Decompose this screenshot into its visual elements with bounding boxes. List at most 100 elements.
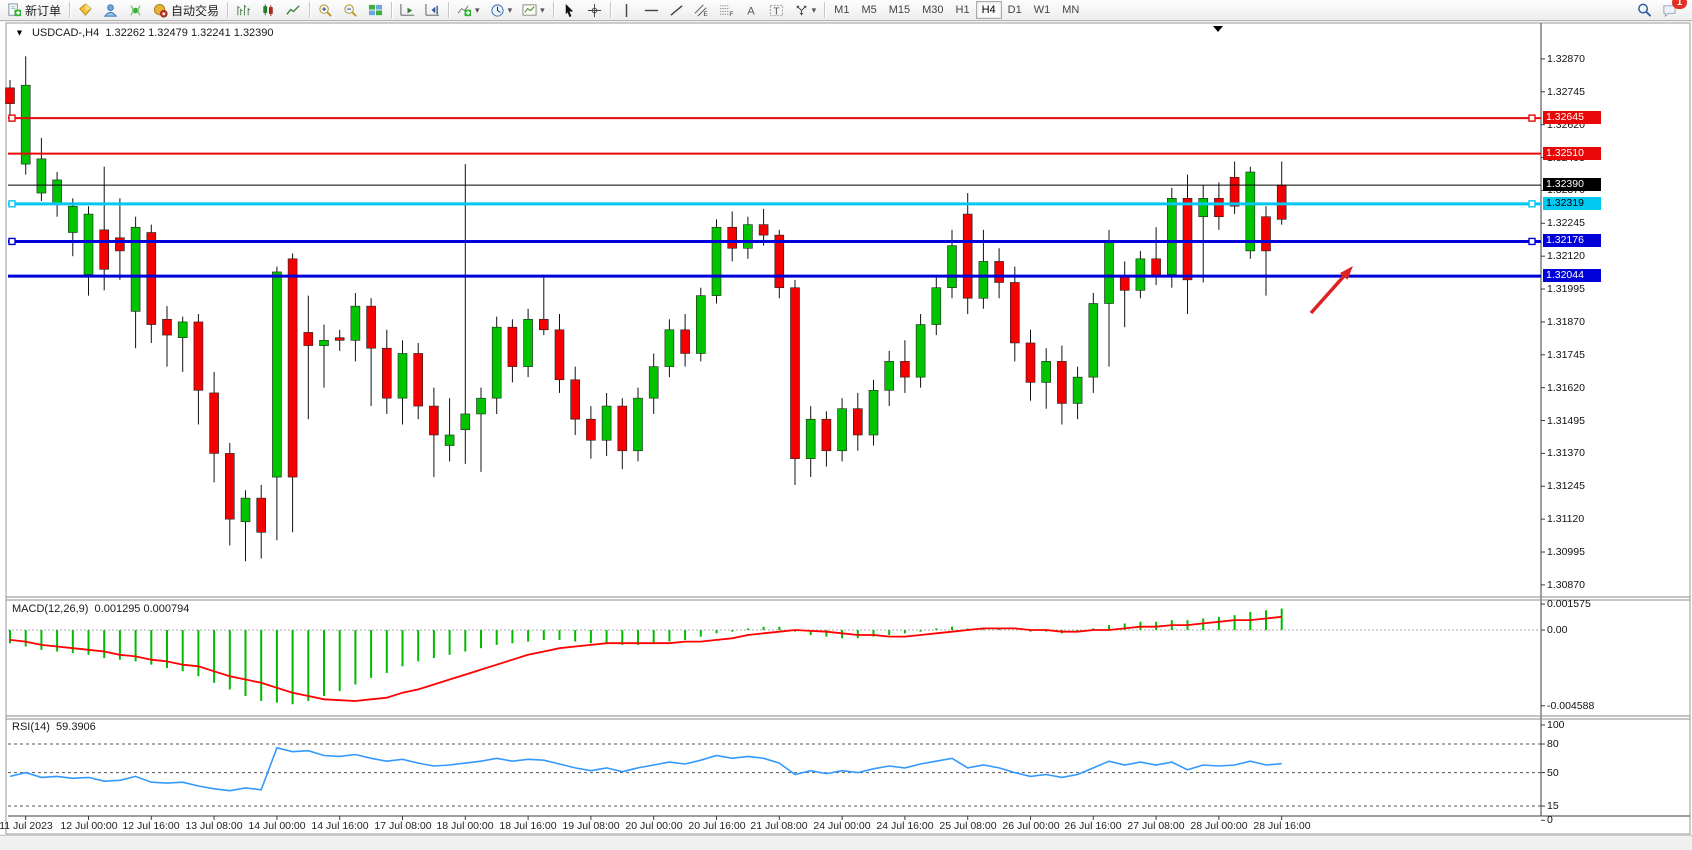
data-window-button[interactable] (73, 0, 98, 20)
indicators-icon (457, 3, 472, 18)
rsi-axis-label: 80 (1547, 738, 1559, 750)
divider (553, 2, 554, 18)
community-chat-button[interactable]: 1 (1657, 0, 1682, 20)
macd-indicator-label: MACD(12,26,9) 0.001295 0.000794 (12, 603, 189, 615)
timeframe-button-W1[interactable]: W1 (1028, 1, 1057, 19)
price-axis-label: 1.31995 (1547, 283, 1585, 295)
divider (610, 2, 611, 18)
divider (227, 2, 228, 18)
price-axis-label: 1.31745 (1547, 349, 1585, 361)
auto-scroll-button[interactable] (395, 0, 420, 20)
indicators-button[interactable]: ▾ (452, 0, 485, 20)
data-window-icon (78, 3, 93, 18)
chart-ohlc-values: 1.32262 1.32479 1.32241 1.32390 (105, 27, 273, 39)
chart-symbol-period: USDCAD-,H4 (32, 27, 99, 39)
text-label-icon: T (769, 3, 784, 18)
divider (391, 2, 392, 18)
arrows-tool-button[interactable]: ▾ (789, 0, 822, 20)
divider (824, 2, 825, 18)
price-axis-label: 1.31495 (1547, 415, 1585, 427)
chart-window[interactable]: ▼ USDCAD-,H4 1.32262 1.32479 1.32241 1.3… (0, 22, 1692, 834)
navigator-button[interactable] (98, 0, 123, 20)
macd-name: MACD(12,26,9) (12, 603, 88, 615)
auto-trading-label: 自动交易 (171, 2, 219, 19)
macd-axis-label: 0.001575 (1547, 598, 1591, 610)
crosshair-icon (587, 3, 602, 18)
new-order-label: 新订单 (25, 2, 61, 19)
chart-title: ▼ USDCAD-,H4 1.32262 1.32479 1.32241 1.3… (14, 27, 274, 39)
divider (69, 2, 70, 18)
zoom-out-icon (343, 3, 358, 18)
price-axis-label: 1.32870 (1547, 53, 1585, 65)
chart-shift-icon (425, 3, 440, 18)
price-level-badge: 1.32176 (1543, 234, 1601, 247)
cursor-tool-button[interactable] (557, 0, 582, 20)
channel-tool-button[interactable]: E (689, 0, 714, 20)
clock-icon (490, 3, 505, 18)
timeframe-button-D1[interactable]: D1 (1002, 1, 1028, 19)
timeframe-button-MN[interactable]: MN (1056, 1, 1085, 19)
price-level-badge: 1.32319 (1543, 197, 1601, 210)
unread-count-badge: 1 (1672, 0, 1687, 9)
price-axis-label: 1.31620 (1547, 382, 1585, 394)
text-tool-button[interactable]: A (739, 0, 764, 20)
cursor-icon (562, 3, 577, 18)
timeframe-button-H1[interactable]: H1 (950, 1, 976, 19)
divider (448, 2, 449, 18)
divider (309, 2, 310, 18)
tile-windows-icon (368, 3, 383, 18)
tile-windows-button[interactable] (363, 0, 388, 20)
timeframe-button-M1[interactable]: M1 (828, 1, 855, 19)
chart-canvas[interactable] (0, 22, 1692, 849)
fibonacci-icon: F (719, 3, 734, 18)
chart-shift-button[interactable] (420, 0, 445, 20)
line-chart-button[interactable] (281, 0, 306, 20)
trendline-icon (669, 3, 684, 18)
vline-tool-button[interactable] (614, 0, 639, 20)
time-axis-label: 28 Jul 16:00 (1242, 820, 1322, 832)
candlestick-button[interactable] (256, 0, 281, 20)
price-axis-label: 1.32120 (1547, 250, 1585, 262)
macd-current-values: 0.001295 0.000794 (95, 603, 190, 615)
price-level-badge: 1.32645 (1543, 111, 1601, 124)
rsi-axis-label: 100 (1547, 719, 1565, 731)
templates-button[interactable]: ▾ (517, 0, 550, 20)
svg-text:E: E (703, 11, 708, 18)
auto-trading-button[interactable]: 自动交易 (148, 0, 224, 20)
price-axis-label: 1.30870 (1547, 579, 1585, 591)
bar-chart-icon (236, 3, 251, 18)
collapse-triangle-icon[interactable]: ▼ (15, 28, 24, 38)
template-icon (522, 3, 537, 18)
fibonacci-tool-button[interactable]: F (714, 0, 739, 20)
hline-tool-button[interactable] (639, 0, 664, 20)
zoom-out-button[interactable] (338, 0, 363, 20)
periods-button[interactable]: ▾ (485, 0, 518, 20)
rsi-axis-label: 0 (1547, 814, 1553, 826)
timeframe-button-M15[interactable]: M15 (883, 1, 916, 19)
navigator-icon (103, 3, 118, 18)
trendline-tool-button[interactable] (664, 0, 689, 20)
price-level-badge: 1.32510 (1543, 147, 1601, 160)
search-icon (1637, 3, 1652, 18)
line-chart-icon (286, 3, 301, 18)
horizontal-line-icon (644, 3, 659, 18)
crosshair-tool-button[interactable] (582, 0, 607, 20)
bar-chart-button[interactable] (231, 0, 256, 20)
timeframe-button-M5[interactable]: M5 (855, 1, 882, 19)
search-button[interactable] (1632, 0, 1657, 20)
timeframe-button-H4[interactable]: H4 (976, 1, 1002, 19)
new-order-button[interactable]: 新订单 (2, 0, 66, 20)
svg-text:A: A (747, 5, 755, 17)
timeframe-button-M30[interactable]: M30 (916, 1, 949, 19)
text-icon: A (744, 3, 759, 18)
rsi-indicator-label: RSI(14) 59.3906 (12, 721, 96, 733)
price-axis-label: 1.31120 (1547, 513, 1584, 525)
signal-icon (128, 3, 143, 18)
rsi-name: RSI(14) (12, 721, 50, 733)
price-level-badge: 1.32044 (1543, 269, 1601, 282)
auto-trading-icon (153, 3, 168, 18)
terminal-button[interactable] (123, 0, 148, 20)
price-axis-label: 1.31370 (1547, 447, 1585, 459)
text-label-tool-button[interactable]: T (764, 0, 789, 20)
zoom-in-button[interactable] (313, 0, 338, 20)
